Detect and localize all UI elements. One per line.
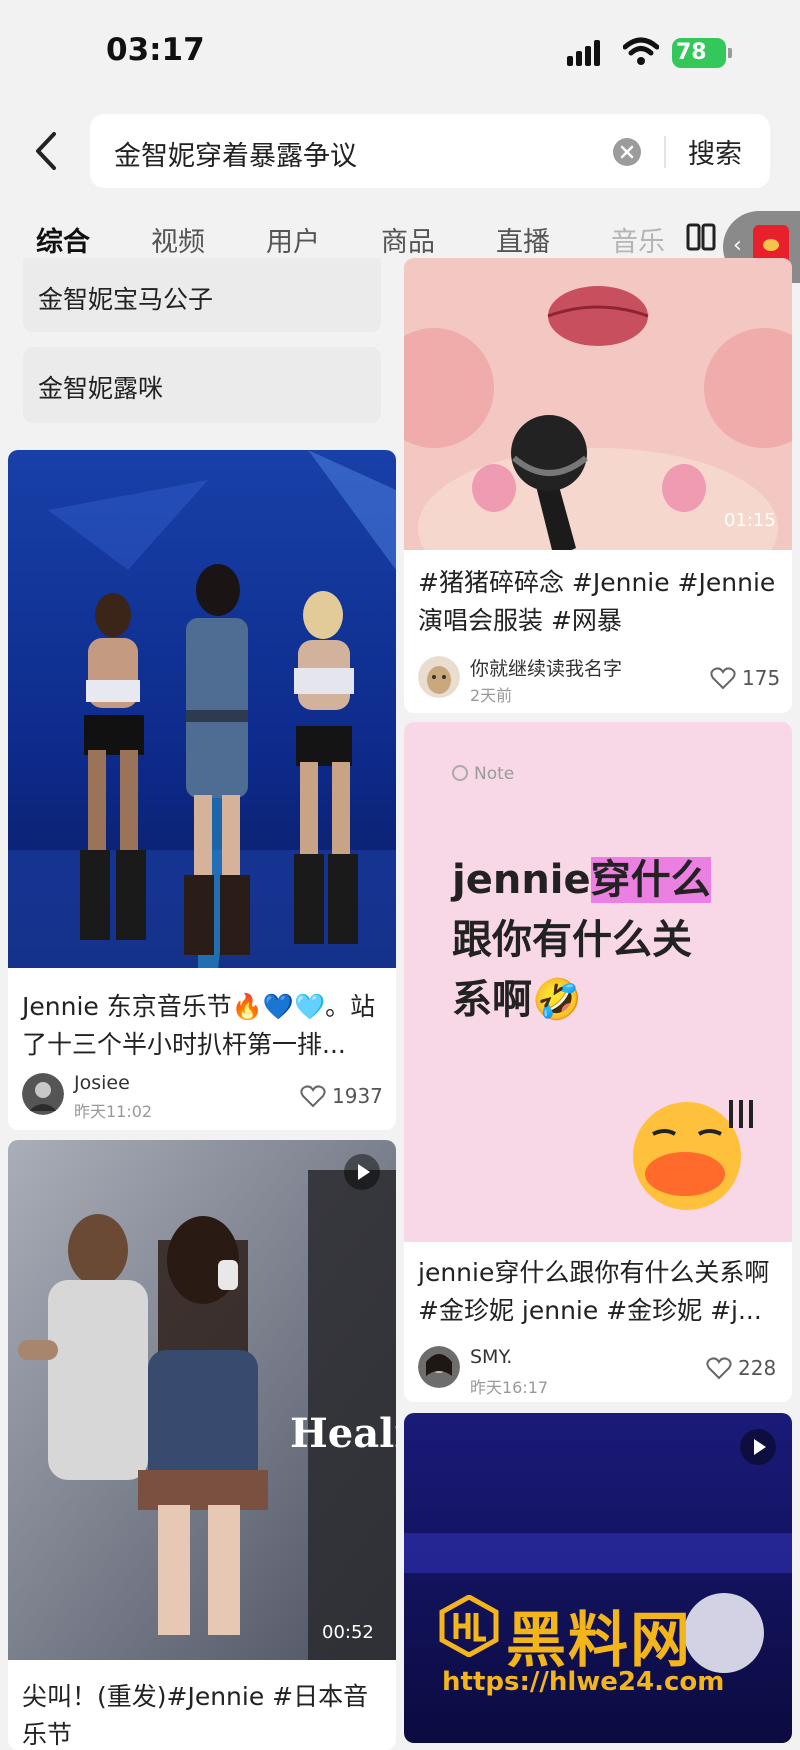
post-thumbnail[interactable] <box>404 258 792 550</box>
suggestion-label: 金智妮露咪 <box>38 374 164 403</box>
note-line-3: 系啊🤣 <box>452 977 582 1023</box>
author-name[interactable]: 你就继续读我名字 <box>470 654 622 681</box>
search-input[interactable]: 金智妮穿着暴露争议 <box>114 134 357 173</box>
cellular-signal-icon <box>567 40 600 66</box>
video-duration: 01:15 <box>724 510 776 531</box>
video-overlay-text: Heali <box>290 1410 396 1457</box>
avatar[interactable] <box>418 656 460 698</box>
tab-live[interactable]: 直播 <box>496 220 550 259</box>
battery-level: 78 <box>676 40 707 65</box>
like-count: 175 <box>742 666 781 690</box>
post-card[interactable]: Heali 00:52 尖叫！(重发)#Jennie #日本音乐节 <box>8 1140 396 1750</box>
post-title[interactable]: 尖叫！(重发)#Jennie #日本音乐节 <box>22 1678 386 1750</box>
play-icon <box>740 1429 776 1465</box>
watermark-logo-icon <box>439 1595 499 1657</box>
duck-emoji-icon <box>633 1100 753 1210</box>
play-icon <box>344 1154 380 1190</box>
search-button[interactable]: 搜索 <box>688 132 742 171</box>
layout-toggle-icon[interactable] <box>686 223 716 251</box>
status-time: 03:17 <box>106 32 205 68</box>
post-card[interactable]: Note jennie穿什么 跟你有什么关 系啊🤣 jennie穿什么跟你有什么… <box>404 722 792 1402</box>
tab-music[interactable]: 音乐 <box>611 220 665 259</box>
avatar[interactable] <box>22 1073 64 1115</box>
post-thumbnail[interactable] <box>8 1140 396 1660</box>
heart-icon[interactable] <box>710 666 736 690</box>
search-divider <box>664 136 666 168</box>
battery-cap <box>728 48 732 58</box>
post-time: 2天前 <box>470 686 513 705</box>
heart-icon[interactable] <box>706 1356 732 1380</box>
post-title[interactable]: jennie穿什么跟你有什么关系啊#金珍妮 jennie #金珍妮 #j... <box>418 1254 782 1330</box>
note-line-1: jennie穿什么 <box>452 857 711 903</box>
like-count: 1937 <box>332 1084 383 1108</box>
back-button[interactable] <box>26 126 66 176</box>
search-bar[interactable]: 金智妮穿着暴露争议 搜索 <box>90 114 770 188</box>
post-card[interactable]: Jennie 东京音乐节🔥💙🩵。站了十三个半小时扒杆第一排... Josiee … <box>8 450 396 1130</box>
tab-video[interactable]: 视频 <box>151 220 205 259</box>
note-thumbnail[interactable]: Note jennie穿什么 跟你有什么关 系啊🤣 <box>404 722 792 1242</box>
post-title[interactable]: Jennie 东京音乐节🔥💙🩵。站了十三个半小时扒杆第一排... <box>22 988 386 1064</box>
author-name[interactable]: Josiee <box>74 1072 130 1094</box>
note-highlight: 穿什么 <box>590 857 711 903</box>
post-time: 昨天16:17 <box>470 1378 549 1397</box>
tab-users[interactable]: 用户 <box>266 220 320 259</box>
author-name[interactable]: SMY. <box>470 1346 512 1368</box>
avatar[interactable] <box>418 1346 460 1388</box>
suggestion-item[interactable]: 金智妮宝马公子 <box>23 258 381 332</box>
battery-indicator: 78 <box>672 38 732 68</box>
tab-products[interactable]: 商品 <box>381 220 435 259</box>
note-line-2: 跟你有什么关 <box>452 917 692 963</box>
close-icon <box>620 145 634 159</box>
chevron-left-icon: ‹ <box>733 233 742 258</box>
post-title[interactable]: #猪猪碎碎念 #Jennie #Jennie 演唱会服装 #网暴 <box>418 564 782 640</box>
post-card[interactable]: 01:15 #猪猪碎碎念 #Jennie #Jennie 演唱会服装 #网暴 你… <box>404 258 792 713</box>
wifi-icon <box>623 37 659 65</box>
heart-icon[interactable] <box>300 1084 326 1108</box>
watermark-url: https://hlwe24.com <box>442 1667 725 1697</box>
like-count: 228 <box>738 1356 777 1380</box>
clear-search-button[interactable] <box>613 138 641 166</box>
post-time: 昨天11:02 <box>74 1102 153 1121</box>
suggestion-label: 金智妮宝马公子 <box>38 285 214 314</box>
tab-comprehensive[interactable]: 综合 <box>36 220 90 259</box>
note-label: Note <box>452 764 514 784</box>
watermark-title: 黑料网 <box>506 1606 692 1676</box>
post-thumbnail[interactable] <box>8 450 396 968</box>
video-duration: 00:52 <box>322 1622 374 1643</box>
suggestion-item[interactable]: 金智妮露咪 <box>23 347 381 423</box>
